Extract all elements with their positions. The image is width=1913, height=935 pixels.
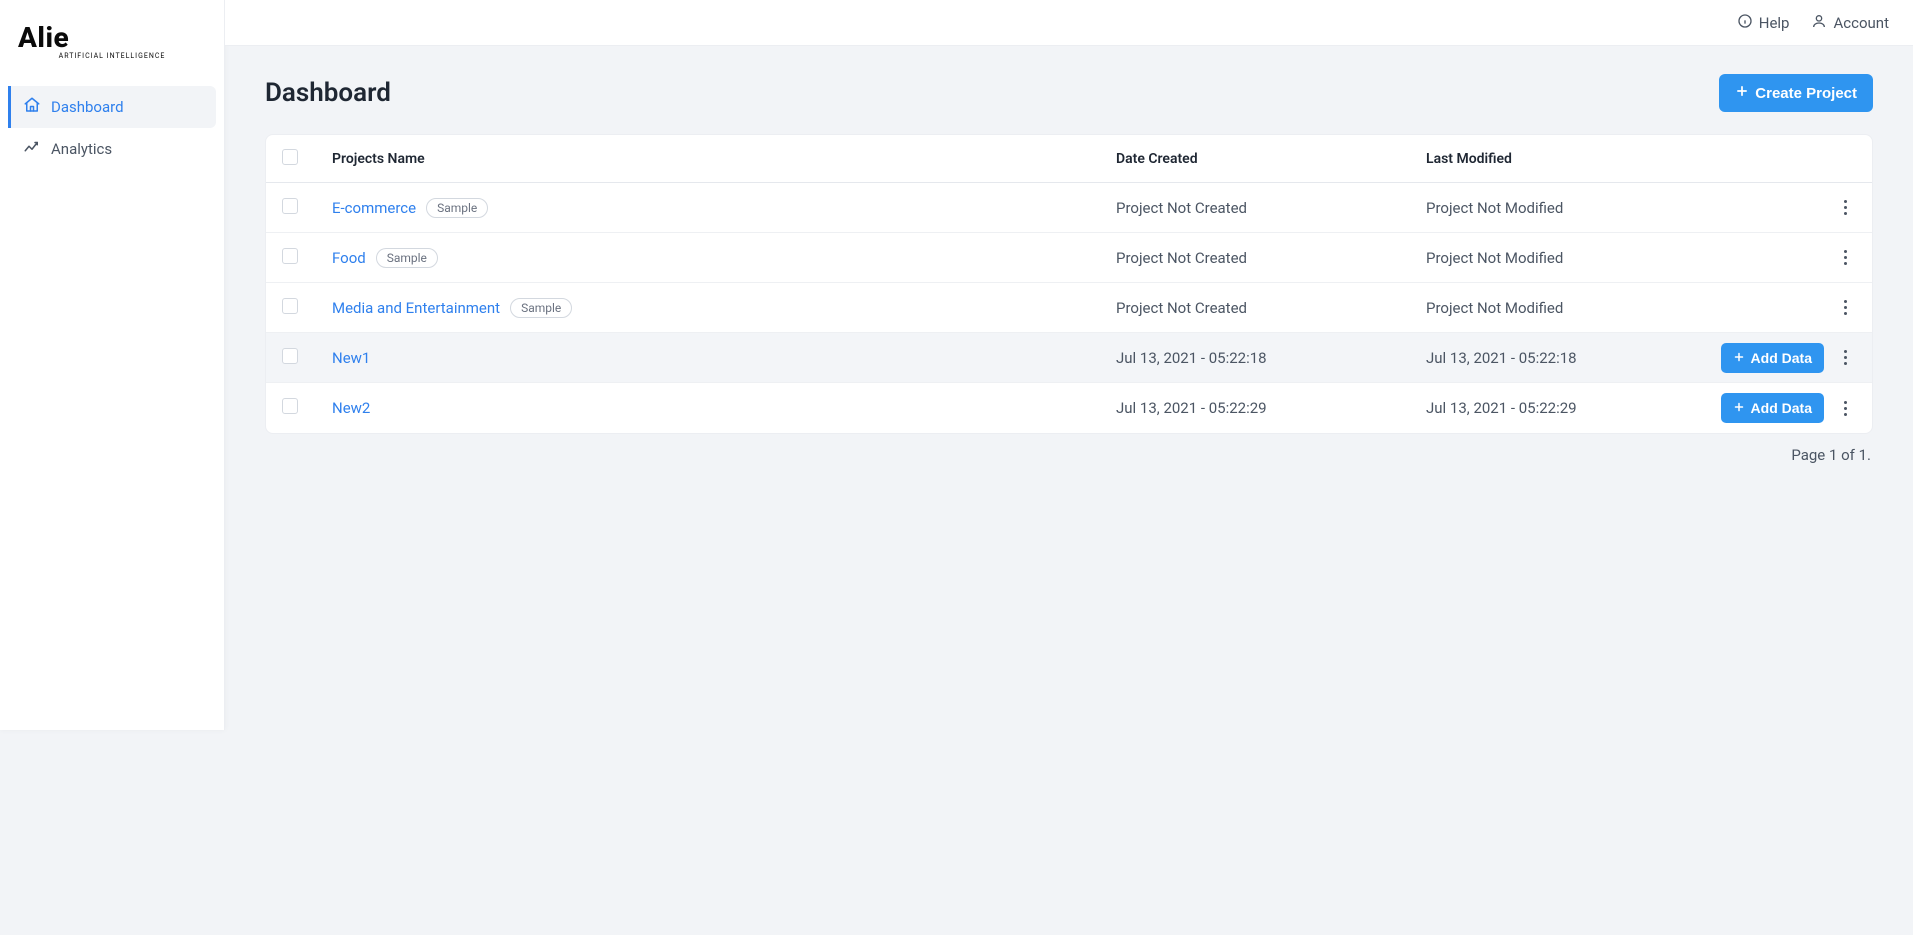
project-link[interactable]: Food — [332, 249, 366, 267]
plus-icon — [1735, 84, 1749, 102]
date-created: Project Not Created — [1116, 249, 1426, 267]
create-project-label: Create Project — [1755, 85, 1857, 102]
row-menu-icon[interactable] — [1834, 345, 1856, 371]
create-project-button[interactable]: Create Project — [1719, 74, 1873, 112]
account-link[interactable]: Account — [1811, 13, 1889, 33]
topbar: Help Account — [225, 0, 1913, 46]
home-icon — [23, 96, 41, 118]
last-modified: Project Not Modified — [1426, 199, 1686, 217]
row-menu-icon[interactable] — [1834, 245, 1856, 271]
info-icon — [1737, 13, 1753, 33]
row-checkbox[interactable] — [282, 198, 298, 214]
last-modified: Project Not Modified — [1426, 249, 1686, 267]
sidebar-item-dashboard[interactable]: Dashboard — [8, 86, 216, 128]
sidebar-item-label: Analytics — [51, 140, 112, 158]
sample-badge: Sample — [426, 198, 488, 218]
add-data-label: Add Data — [1751, 400, 1812, 416]
date-created: Jul 13, 2021 - 05:22:29 — [1116, 399, 1426, 417]
table-row: New2 Jul 13, 2021 - 05:22:29Jul 13, 2021 … — [266, 383, 1872, 433]
projects-table: Projects Name Date Created Last Modified… — [265, 134, 1873, 434]
sample-badge: Sample — [510, 298, 572, 318]
project-link[interactable]: Media and Entertainment — [332, 299, 500, 317]
sidebar: Alie ARTIFICIAL INTELLIGENCE Dashboard A… — [0, 0, 225, 730]
table-row: E-commerce Sample Project Not CreatedProje… — [266, 183, 1872, 233]
page-title: Dashboard — [265, 78, 391, 108]
plus-icon — [1733, 400, 1745, 416]
project-link[interactable]: E-commerce — [332, 199, 416, 217]
project-link[interactable]: New1 — [332, 349, 370, 367]
sidebar-item-analytics[interactable]: Analytics — [8, 128, 216, 170]
col-date-created: Date Created — [1116, 151, 1426, 167]
sidebar-item-label: Dashboard — [51, 98, 124, 116]
main: Help Account Dashboard Create Project — [225, 0, 1913, 935]
row-menu-icon[interactable] — [1834, 195, 1856, 221]
date-created: Project Not Created — [1116, 299, 1426, 317]
table-row: Food Sample Project Not CreatedProject Not… — [266, 233, 1872, 283]
table-row: New1 Jul 13, 2021 - 05:22:18Jul 13, 2021 … — [266, 333, 1872, 383]
project-link[interactable]: New2 — [332, 399, 370, 417]
pagination-text: Page 1 of 1. — [265, 446, 1873, 464]
plus-icon — [1733, 350, 1745, 366]
row-checkbox[interactable] — [282, 348, 298, 364]
table-header: Projects Name Date Created Last Modified — [266, 135, 1872, 183]
logo-text: Alie — [18, 24, 206, 52]
help-link[interactable]: Help — [1737, 13, 1790, 33]
sidebar-nav: Dashboard Analytics — [8, 86, 216, 170]
add-data-button[interactable]: Add Data — [1721, 343, 1824, 373]
row-menu-icon[interactable] — [1834, 395, 1856, 421]
row-checkbox[interactable] — [282, 298, 298, 314]
table-row: Media and Entertainment Sample Project Not… — [266, 283, 1872, 333]
row-checkbox[interactable] — [282, 248, 298, 264]
col-projects-name: Projects Name — [332, 151, 1116, 167]
sample-badge: Sample — [376, 248, 438, 268]
page-header: Dashboard Create Project — [265, 74, 1873, 112]
last-modified: Project Not Modified — [1426, 299, 1686, 317]
logo: Alie ARTIFICIAL INTELLIGENCE — [8, 16, 216, 80]
date-created: Jul 13, 2021 - 05:22:18 — [1116, 349, 1426, 367]
last-modified: Jul 13, 2021 - 05:22:29 — [1426, 399, 1686, 417]
select-all-checkbox[interactable] — [282, 149, 298, 165]
col-last-modified: Last Modified — [1426, 151, 1686, 167]
last-modified: Jul 13, 2021 - 05:22:18 — [1426, 349, 1686, 367]
row-menu-icon[interactable] — [1834, 295, 1856, 321]
help-label: Help — [1759, 14, 1790, 32]
add-data-label: Add Data — [1751, 350, 1812, 366]
date-created: Project Not Created — [1116, 199, 1426, 217]
user-icon — [1811, 13, 1827, 33]
row-checkbox[interactable] — [282, 398, 298, 414]
analytics-icon — [23, 138, 41, 160]
account-label: Account — [1833, 14, 1889, 32]
add-data-button[interactable]: Add Data — [1721, 393, 1824, 423]
content: Dashboard Create Project Projects Name D… — [225, 46, 1913, 492]
